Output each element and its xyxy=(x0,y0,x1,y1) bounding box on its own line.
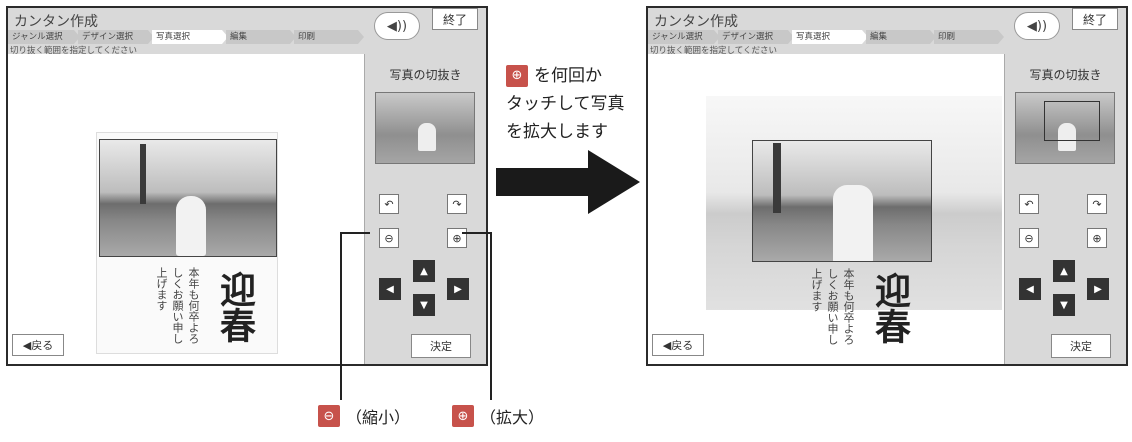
zoom-out-button[interactable]: ⊖ xyxy=(379,228,399,248)
step-design[interactable]: デザイン選択 xyxy=(718,30,794,44)
rotate-left-icon: ↶ xyxy=(384,197,394,211)
caption-text-1: を何回か xyxy=(534,66,602,86)
step-print[interactable]: 印刷 xyxy=(294,30,364,44)
decide-button[interactable]: 決定 xyxy=(1051,334,1111,358)
instruction-text: 切り抜く範囲を指定してください xyxy=(650,46,777,56)
leader-zoom-in-v xyxy=(490,232,492,400)
zoom-in-icon: ⊕ xyxy=(452,405,474,427)
instruction-text: 切り抜く範囲を指定してください xyxy=(10,46,137,56)
move-left-button[interactable]: ◀ xyxy=(1019,278,1041,300)
greeting-sub: 本年も何卒よろしくお願い申し上げます xyxy=(810,268,855,345)
move-right-button[interactable]: ▶ xyxy=(447,278,469,300)
step-photo[interactable]: 写真選択 xyxy=(152,30,228,44)
rotate-left-icon: ↶ xyxy=(1024,197,1034,211)
crop-panel: 写真の切抜き ↶ ↷ ⊖ ⊕ ▲ ◀ ▶ ▼ 決定 xyxy=(1004,54,1126,364)
instruction-caption: ⊕ を何回か タッチして写真 を拡大します xyxy=(506,62,646,146)
leader-zoom-out-v xyxy=(340,232,342,400)
zoom-out-icon: ⊖ xyxy=(318,405,340,427)
zoom-out-icon: ⊖ xyxy=(384,231,394,245)
caption-line-2: タッチして写真 xyxy=(506,94,625,114)
move-right-button[interactable]: ▶ xyxy=(1087,278,1109,300)
end-button[interactable]: 終了 xyxy=(432,8,478,30)
speaker-icon: ◀)) xyxy=(386,18,408,34)
crop-thumbnail xyxy=(375,92,475,164)
decide-button[interactable]: 決定 xyxy=(411,334,471,358)
legend-zoom-in-label: （拡大） xyxy=(480,408,545,427)
legend-zoom-out-label: （縮小） xyxy=(346,408,411,427)
move-down-button[interactable]: ▼ xyxy=(1053,294,1075,316)
screen-before: カンタン作成 ジャンル選択 デザイン選択 写真選択 編集 印刷 切り抜く範囲を指… xyxy=(6,6,488,366)
sound-button[interactable]: ◀)) xyxy=(1014,12,1060,40)
zoom-out-icon: ⊖ xyxy=(1024,231,1034,245)
zoom-in-button[interactable]: ⊕ xyxy=(447,228,467,248)
leader-zoom-out-h xyxy=(340,232,370,234)
step-design[interactable]: デザイン選択 xyxy=(78,30,154,44)
move-left-button[interactable]: ◀ xyxy=(379,278,401,300)
greeting-sub: 本年も何卒よろしくお願い申し上げます xyxy=(155,267,200,344)
screen-after: カンタン作成 ジャンル選択 デザイン選択 写真選択 編集 印刷 切り抜く範囲を指… xyxy=(646,6,1128,366)
step-genre[interactable]: ジャンル選択 xyxy=(8,30,80,44)
rotate-right-icon: ↷ xyxy=(1092,197,1102,211)
speaker-icon: ◀)) xyxy=(1026,18,1048,34)
panel-title: 写真の切抜き xyxy=(1029,68,1102,82)
greeting-main: 迎春 xyxy=(869,272,911,344)
panel-title: 写真の切抜き xyxy=(389,68,462,82)
next-arrow-icon xyxy=(496,150,640,214)
step-breadcrumb: ジャンル選択 デザイン選択 写真選択 編集 印刷 xyxy=(648,30,1008,44)
step-edit[interactable]: 編集 xyxy=(226,30,296,44)
move-down-button[interactable]: ▼ xyxy=(413,294,435,316)
move-up-button[interactable]: ▲ xyxy=(413,260,435,282)
crop-panel: 写真の切抜き ↶ ↷ ⊖ ⊕ ▲ ◀ ▶ ▼ 決定 xyxy=(364,54,486,364)
back-button[interactable]: ◀戻る xyxy=(12,334,64,356)
sound-button[interactable]: ◀)) xyxy=(374,12,420,40)
zoom-in-icon: ⊕ xyxy=(506,65,528,87)
greeting-main: 迎春 xyxy=(214,271,256,343)
step-edit[interactable]: 編集 xyxy=(866,30,936,44)
legend-zoom-in: ⊕ （拡大） xyxy=(452,404,544,428)
rotate-right-icon: ↷ xyxy=(452,197,462,211)
zoom-in-button[interactable]: ⊕ xyxy=(1087,228,1107,248)
zoomed-photo-crop[interactable] xyxy=(752,140,932,262)
zoom-in-icon: ⊕ xyxy=(1092,231,1102,245)
postcard-preview: 迎春 本年も何卒よろしくお願い申し上げます xyxy=(96,132,278,354)
leader-zoom-in-h xyxy=(462,232,492,234)
step-genre[interactable]: ジャンル選択 xyxy=(648,30,720,44)
selected-photo[interactable] xyxy=(99,139,277,257)
step-print[interactable]: 印刷 xyxy=(934,30,1004,44)
crop-frame xyxy=(1044,101,1100,141)
rotate-left-button[interactable]: ↶ xyxy=(379,194,399,214)
step-photo[interactable]: 写真選択 xyxy=(792,30,868,44)
step-breadcrumb: ジャンル選択 デザイン選択 写真選択 編集 印刷 xyxy=(8,30,368,44)
girl-figure xyxy=(833,185,873,261)
caption-line-1: ⊕ を何回か xyxy=(506,62,646,90)
thumb-figure xyxy=(418,123,436,151)
zoom-in-icon: ⊕ xyxy=(452,231,462,245)
rotate-right-button[interactable]: ↷ xyxy=(447,194,467,214)
rotate-left-button[interactable]: ↶ xyxy=(1019,194,1039,214)
postcard-preview: 迎春 本年も何卒よろしくお願い申し上げます xyxy=(752,136,932,356)
app-title: カンタン作成 xyxy=(654,14,738,30)
legend-zoom-out: ⊖ （縮小） xyxy=(318,404,410,428)
tree-shape xyxy=(140,144,146,204)
end-button[interactable]: 終了 xyxy=(1072,8,1118,30)
crop-thumbnail xyxy=(1015,92,1115,164)
back-button[interactable]: ◀戻る xyxy=(652,334,704,356)
zoom-out-button[interactable]: ⊖ xyxy=(1019,228,1039,248)
girl-figure xyxy=(176,196,206,256)
move-up-button[interactable]: ▲ xyxy=(1053,260,1075,282)
tree-shape xyxy=(773,143,781,213)
rotate-right-button[interactable]: ↷ xyxy=(1087,194,1107,214)
app-title: カンタン作成 xyxy=(14,14,98,30)
caption-line-3: を拡大します xyxy=(506,122,608,142)
